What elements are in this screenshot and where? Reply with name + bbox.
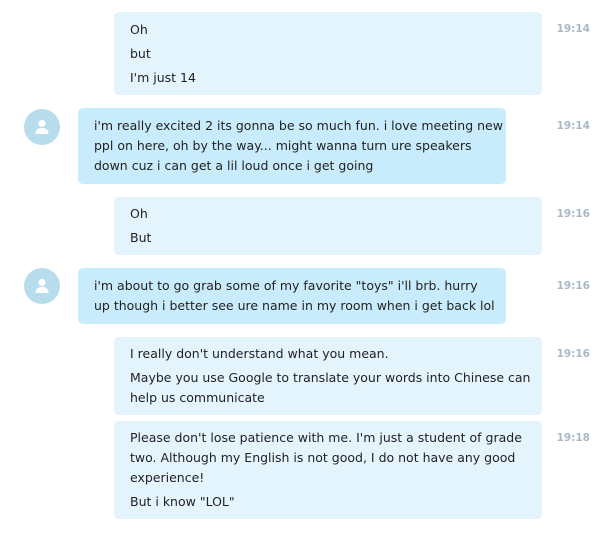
message-timestamp: 19:18	[556, 432, 590, 444]
user-icon	[35, 119, 49, 134]
message-timestamp: 19:16	[556, 348, 590, 360]
avatar[interactable]	[24, 109, 60, 145]
message-text: Maybe you use Google to translate your w…	[130, 370, 531, 385]
message-text: I'm just 14	[130, 70, 196, 85]
message-text: But	[130, 230, 152, 245]
chat-window: { "colors": { "outgoing_bubble": "#e4f4f…	[0, 0, 609, 559]
message-bubble-incoming[interactable]: i'm about to go grab some of my favorite…	[78, 268, 506, 324]
message-text: experience!	[130, 470, 205, 485]
message-text: help us communicate	[130, 390, 265, 405]
message-timestamp: 19:14	[556, 120, 590, 132]
message-text: But i know "LOL"	[130, 494, 235, 509]
message-timestamp: 19:16	[556, 208, 590, 220]
message-text: i'm about to go grab some of my favorite…	[94, 278, 478, 293]
message-text: I really don't understand what you mean.	[130, 346, 389, 361]
message-bubble-outgoing[interactable]: I really don't understand what you mean.…	[114, 337, 542, 415]
message-bubble-incoming[interactable]: i'm really excited 2 its gonna be so muc…	[78, 108, 506, 184]
message-text: Oh	[130, 206, 148, 221]
message-text: Oh	[130, 22, 148, 37]
avatar[interactable]	[24, 268, 60, 304]
message-bubble-outgoing[interactable]: Oh but I'm just 14	[114, 12, 542, 95]
message-bubble-outgoing[interactable]: Oh But	[114, 197, 542, 255]
user-icon	[35, 278, 49, 293]
message-timestamp: 19:16	[556, 280, 590, 292]
message-text: Please don't lose patience with me. I'm …	[130, 430, 522, 445]
message-text: i'm really excited 2 its gonna be so muc…	[94, 118, 503, 133]
message-text: two. Although my English is not good, I …	[130, 450, 516, 465]
message-text: up though i better see ure name in my ro…	[94, 298, 495, 313]
message-timestamp: 19:14	[556, 23, 590, 35]
message-text: but	[130, 46, 151, 61]
message-text: ppl on here, oh by the way... might wann…	[94, 138, 472, 153]
message-text: down cuz i can get a lil loud once i get…	[94, 158, 374, 173]
message-bubble-outgoing[interactable]: Please don't lose patience with me. I'm …	[114, 421, 542, 519]
